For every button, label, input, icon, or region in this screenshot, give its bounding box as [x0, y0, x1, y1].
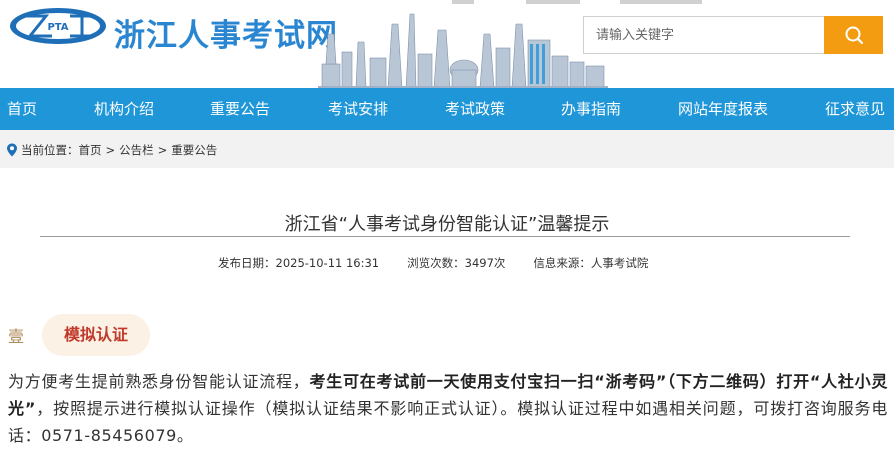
breadcrumb-separator: >: [157, 143, 168, 157]
section-number: 壹: [8, 327, 25, 346]
search-box: [583, 16, 883, 54]
nav-item-about[interactable]: 机构介绍: [94, 88, 154, 130]
search-input[interactable]: [583, 16, 824, 54]
logo-text: PTA: [47, 22, 68, 33]
section-heading: 壹 模拟认证: [8, 314, 151, 356]
breadcrumb: 当前位置： 首页 > 公告栏 > 重要公告: [6, 142, 217, 158]
nav-item-service-guide[interactable]: 办事指南: [561, 88, 621, 130]
site-header: PTA 浙江人事考试网: [0, 0, 894, 88]
breadcrumb-bar: 当前位置： 首页 > 公告栏 > 重要公告: [0, 130, 894, 168]
view-count: 浏览次数：3497次: [407, 256, 506, 270]
nav-item-annual-report[interactable]: 网站年度报表: [678, 88, 768, 130]
article-title: 浙江省“人事考试身份智能认证”温馨提示: [284, 214, 610, 235]
nav-item-exam-schedule[interactable]: 考试安排: [328, 88, 388, 130]
nav-item-home[interactable]: 首页: [7, 88, 37, 130]
article-paragraph: 为方便考生提前熟悉身份智能认证流程，考生可在考试前一天使用支付宝扫一扫“浙考码”…: [8, 368, 888, 449]
paragraph-text: ，按照提示进行模拟认证操作（模拟认证结果不影响正式认证）。模拟认证过程中如遇相关…: [8, 399, 888, 445]
search-button[interactable]: [824, 16, 883, 54]
nav-item-feedback[interactable]: 征求意见: [825, 88, 885, 130]
publish-date: 发布日期：2025-10-11 16:31: [218, 256, 380, 270]
search-icon: [845, 26, 863, 45]
section-title: 模拟认证: [42, 314, 151, 356]
paragraph-text: 为方便考生提前熟悉身份智能认证流程，: [8, 372, 310, 391]
title-divider: [40, 236, 850, 237]
pta-logo[interactable]: PTA: [8, 6, 108, 46]
article-meta: 发布日期：2025-10-11 16:31 浏览次数：3497次 信息来源：人事…: [218, 255, 648, 271]
top-link-marker[interactable]: [620, 0, 702, 4]
main-nav: 首页 机构介绍 重要公告 考试安排 考试政策 办事指南 网站年度报表 征求意见: [0, 88, 894, 130]
breadcrumb-bulletin[interactable]: 公告栏: [119, 142, 154, 158]
breadcrumb-home[interactable]: 首页: [79, 142, 102, 158]
breadcrumb-separator: >: [105, 143, 116, 157]
location-pin-icon: [7, 143, 17, 157]
city-skyline-illustration: [318, 13, 608, 88]
breadcrumb-prefix: 当前位置：: [21, 143, 79, 157]
nav-item-exam-policy[interactable]: 考试政策: [445, 88, 505, 130]
info-source: 信息来源：人事考试院: [533, 256, 649, 270]
site-title[interactable]: 浙江人事考试网: [114, 10, 338, 55]
breadcrumb-announcements[interactable]: 重要公告: [171, 142, 217, 158]
nav-item-announcements[interactable]: 重要公告: [210, 88, 270, 130]
